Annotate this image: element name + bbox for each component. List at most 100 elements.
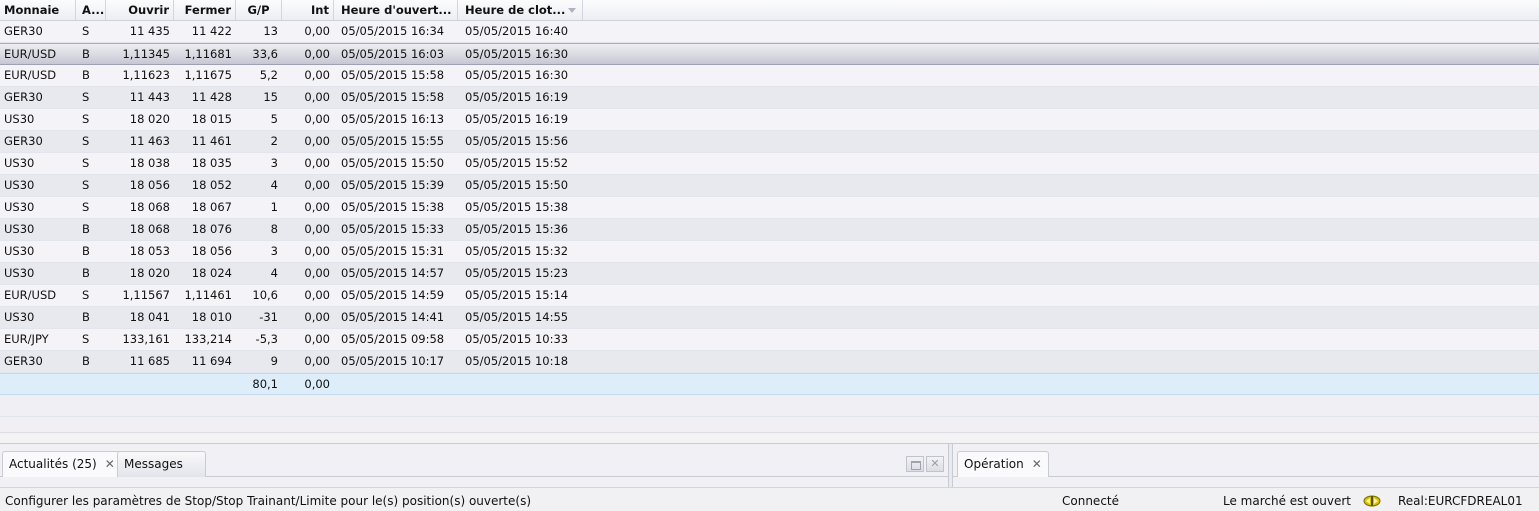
panel-close-button[interactable]: ✕ [926, 456, 944, 472]
cell-close-time: 05/05/2015 10:18 [465, 354, 569, 368]
cell-close-time: 05/05/2015 14:55 [465, 310, 569, 324]
table-row[interactable]: EUR/USD B 1,11345 1,11681 33,6 0,00 05/05/2015… [0, 43, 1539, 65]
cell-fermer: 18 067 [191, 200, 232, 214]
cell-action: S [82, 288, 90, 302]
table-row[interactable]: EUR/USD B 1,11623 1,11675 5,2 0,00 05/05/2015 … [0, 65, 1539, 87]
cell-action: B [82, 354, 90, 368]
cell-ouvrir: 1,11345 [122, 47, 170, 61]
column-header-action[interactable]: A... [76, 0, 106, 20]
tab-operation[interactable]: Opération ✕ [957, 451, 1049, 477]
cell-int: 0,00 [304, 178, 330, 192]
tab-actualites[interactable]: Actualités (25) ✕ [2, 451, 122, 477]
tab-label: Opération [964, 457, 1024, 471]
cell-int: 0,00 [304, 310, 330, 324]
cell-open-time: 05/05/2015 14:57 [341, 266, 445, 280]
table-row[interactable]: GER30 S 11 435 11 422 13 0,00 05/05/2015 16:34… [0, 21, 1539, 43]
column-header-ouvrir[interactable]: Ouvrir [106, 0, 174, 20]
table-row[interactable]: US30 B 18 020 18 024 4 0,00 05/05/2015 14:57 05… [0, 263, 1539, 285]
column-header-monnaie[interactable]: Monnaie [0, 0, 76, 20]
cell-action: B [82, 47, 90, 61]
cell-int: 0,00 [304, 244, 330, 258]
cell-ouvrir: 18 053 [129, 244, 170, 258]
cell-monnaie: GER30 [4, 354, 43, 368]
cell-int: 0,00 [304, 90, 330, 104]
status-message: Configurer les paramètres de Stop/Stop T… [5, 494, 532, 508]
table-row[interactable]: US30 B 18 068 18 076 8 0,00 05/05/2015 15:33 05… [0, 219, 1539, 241]
cell-monnaie: US30 [4, 156, 35, 170]
total-gp: 80,1 [252, 377, 278, 391]
cell-open-time: 05/05/2015 16:34 [341, 24, 445, 38]
tab-messages[interactable]: Messages [117, 451, 206, 477]
cell-open-time: 05/05/2015 14:59 [341, 288, 445, 302]
cell-monnaie: US30 [4, 200, 35, 214]
column-header-fermer[interactable]: Fermer [174, 0, 236, 20]
cell-open-time: 05/05/2015 15:50 [341, 156, 445, 170]
column-header-open-time[interactable]: Heure d'ouvert... [334, 0, 458, 20]
cell-fermer: 18 056 [191, 244, 232, 258]
cell-gp: 33,6 [252, 47, 278, 61]
table-row[interactable]: US30 S 18 056 18 052 4 0,00 05/05/2015 15:39 05… [0, 175, 1539, 197]
cell-int: 0,00 [304, 288, 330, 302]
cell-close-time: 05/05/2015 15:36 [465, 222, 569, 236]
cell-close-time: 05/05/2015 15:14 [465, 288, 569, 302]
cell-gp: 4 [270, 178, 278, 192]
restore-button[interactable] [906, 456, 924, 472]
cell-fermer: 11 461 [191, 134, 232, 148]
cell-int: 0,00 [304, 222, 330, 236]
cell-action: S [82, 134, 90, 148]
cell-open-time: 05/05/2015 15:39 [341, 178, 445, 192]
cell-ouvrir: 18 068 [129, 222, 170, 236]
total-int: 0,00 [304, 377, 330, 391]
cell-ouvrir: 11 443 [129, 90, 170, 104]
cell-action: B [82, 266, 90, 280]
cell-fermer: 18 052 [191, 178, 232, 192]
cell-close-time: 05/05/2015 15:56 [465, 134, 569, 148]
grid-body: GER30 S 11 435 11 422 13 0,00 05/05/2015 16:34… [0, 21, 1539, 439]
close-icon[interactable]: ✕ [1032, 452, 1042, 477]
cell-fermer: 18 024 [191, 266, 232, 280]
cell-int: 0,00 [304, 112, 330, 126]
cell-fermer: 18 035 [191, 156, 232, 170]
empty-row [0, 395, 1539, 417]
cell-open-time: 05/05/2015 14:41 [341, 310, 445, 324]
table-row[interactable]: GER30 B 11 685 11 694 9 0,00 05/05/2015 10:17 0… [0, 351, 1539, 373]
cell-int: 0,00 [304, 47, 330, 61]
cell-close-time: 05/05/2015 10:33 [465, 332, 569, 346]
cell-int: 0,00 [304, 24, 330, 38]
table-row[interactable]: EUR/USD S 1,11567 1,11461 10,6 0,00 05/05/2015… [0, 285, 1539, 307]
market-status: Le marché est ouvert [1223, 494, 1352, 508]
table-row[interactable]: US30 B 18 041 18 010 -31 0,00 05/05/2015 14:41… [0, 307, 1539, 329]
column-header-gp[interactable]: G/P [236, 0, 282, 20]
column-header-int[interactable]: Int [282, 0, 334, 20]
table-row[interactable]: US30 S 18 038 18 035 3 0,00 05/05/2015 15:50 05… [0, 153, 1539, 175]
cell-close-time: 05/05/2015 15:32 [465, 244, 569, 258]
cell-monnaie: US30 [4, 244, 35, 258]
table-row[interactable]: US30 S 18 068 18 067 1 0,00 05/05/2015 15:38 05… [0, 197, 1539, 219]
cell-monnaie: EUR/USD [4, 47, 57, 61]
table-row[interactable]: US30 B 18 053 18 056 3 0,00 05/05/2015 15:31 05… [0, 241, 1539, 263]
table-row[interactable]: US30 S 18 020 18 015 5 0,00 05/05/2015 16:13 05… [0, 109, 1539, 131]
cell-int: 0,00 [304, 68, 330, 82]
cell-open-time: 05/05/2015 15:33 [341, 222, 445, 236]
cell-open-time: 05/05/2015 15:55 [341, 134, 445, 148]
cell-close-time: 05/05/2015 16:40 [465, 24, 569, 38]
sort-desc-icon [568, 8, 576, 13]
table-row[interactable]: GER30 S 11 463 11 461 2 0,00 05/05/2015 15:55 0… [0, 131, 1539, 153]
cell-monnaie: US30 [4, 266, 35, 280]
cell-action: S [82, 24, 90, 38]
cell-close-time: 05/05/2015 16:30 [465, 47, 569, 61]
cell-fermer: 18 010 [191, 310, 232, 324]
table-row[interactable]: GER30 S 11 443 11 428 15 0,00 05/05/2015 15:58… [0, 87, 1539, 109]
cell-action: S [82, 156, 90, 170]
cell-gp: 15 [263, 90, 278, 104]
table-row[interactable]: EUR/JPY S 133,161 133,214 -5,3 0,00 05/05/2015… [0, 329, 1539, 351]
cell-monnaie: EUR/USD [4, 68, 57, 82]
cell-close-time: 05/05/2015 15:50 [465, 178, 569, 192]
cell-fermer: 11 694 [191, 354, 232, 368]
close-icon[interactable]: ✕ [105, 452, 115, 477]
column-header-close-time[interactable]: Heure de clot... [458, 0, 583, 20]
cell-action: B [82, 222, 90, 236]
cell-gp: 1 [270, 200, 278, 214]
cell-fermer: 1,11681 [184, 47, 232, 61]
horizontal-scrollbar[interactable] [0, 432, 1539, 443]
